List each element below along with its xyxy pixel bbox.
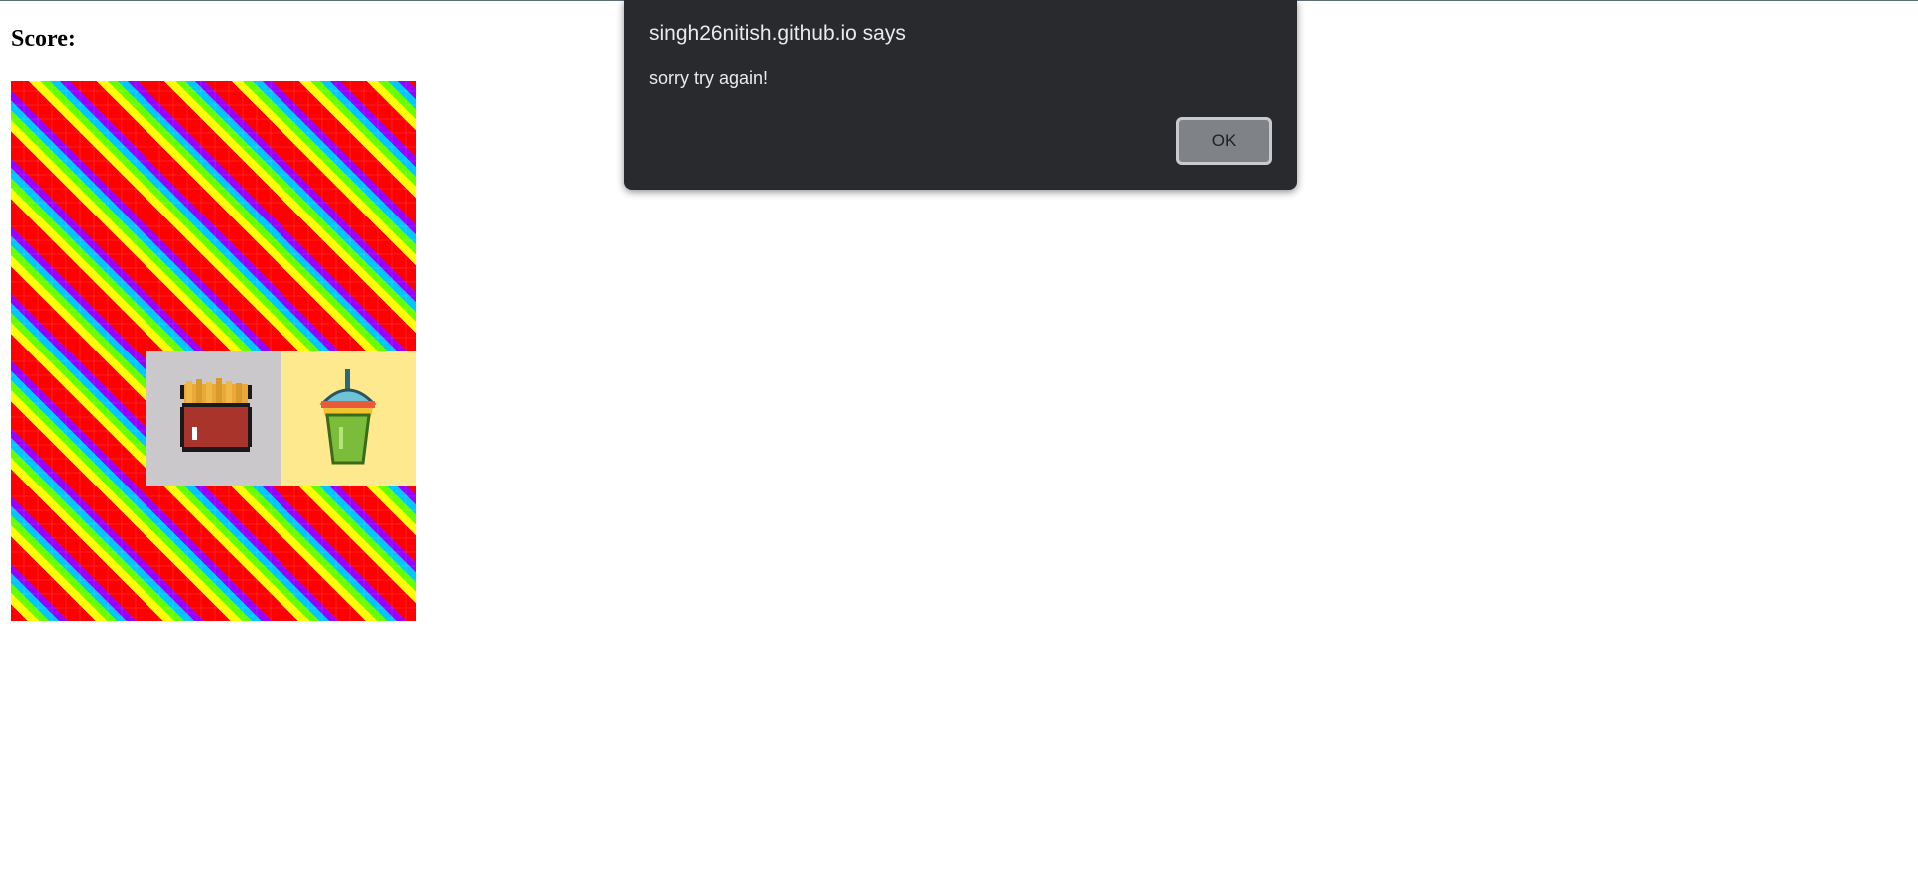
card-revealed-fries[interactable] [146,351,281,486]
fries-icon [180,378,252,452]
card-hidden[interactable] [11,81,146,216]
alert-dialog: singh26nitish.github.io says sorry try a… [624,0,1297,190]
drink-cup-icon [319,369,377,465]
memory-game-board [11,81,416,622]
dialog-message: sorry try again! [649,68,769,88]
card-hidden[interactable] [11,486,146,621]
card-hidden[interactable] [146,486,281,621]
card-hidden[interactable] [146,216,281,351]
card-hidden[interactable] [281,81,416,216]
card-hidden[interactable] [11,216,146,351]
dialog-title: singh26nitish.github.io says [649,22,906,45]
card-hidden[interactable] [146,81,281,216]
ok-button[interactable]: OK [1176,117,1272,165]
card-hidden[interactable] [11,351,146,486]
score-label: Score: [11,26,76,52]
card-hidden[interactable] [281,216,416,351]
card-revealed-drink[interactable] [281,351,416,486]
card-hidden[interactable] [281,486,416,621]
